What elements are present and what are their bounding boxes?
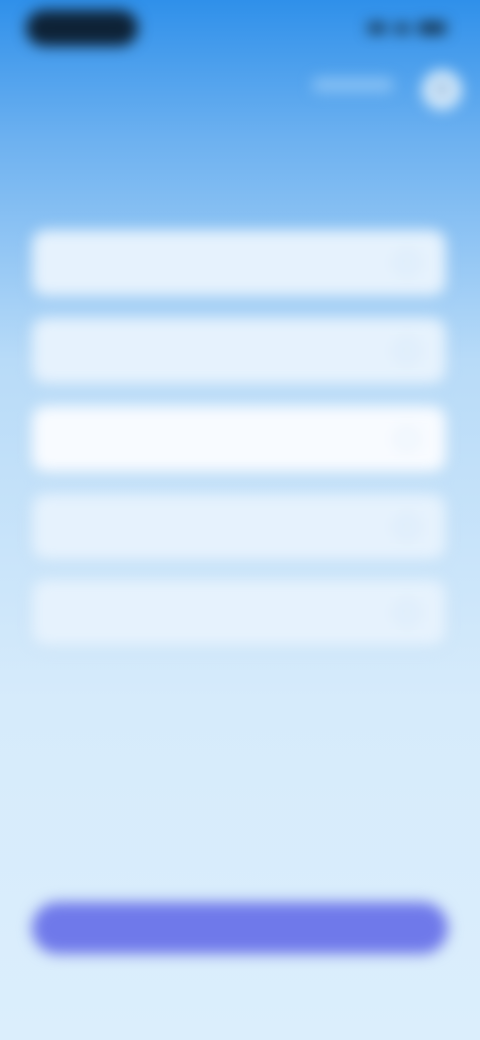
radio-icon [396, 516, 418, 538]
close-icon: ✕ [432, 77, 452, 102]
wifi-icon [394, 23, 410, 33]
option-card-4[interactable] [32, 494, 446, 560]
option-card-5[interactable] [32, 580, 446, 646]
option-card-3-selected[interactable] [32, 406, 446, 472]
option-card-2[interactable] [32, 318, 446, 384]
radio-icon [396, 602, 418, 624]
option-card-1[interactable] [32, 230, 446, 296]
radio-icon [396, 340, 418, 362]
continue-button[interactable] [32, 902, 448, 954]
battery-icon [418, 22, 446, 34]
app-screen: ✕ [0, 0, 480, 1040]
nav-subtitle-bar [312, 78, 394, 92]
status-time-pill [26, 10, 138, 46]
skip-link[interactable] [200, 966, 280, 990]
radio-icon [396, 252, 418, 274]
radio-icon [396, 428, 418, 450]
nav-title [92, 74, 302, 94]
close-button[interactable]: ✕ [422, 70, 462, 110]
status-icons [356, 18, 446, 38]
signal-icon [368, 23, 386, 33]
